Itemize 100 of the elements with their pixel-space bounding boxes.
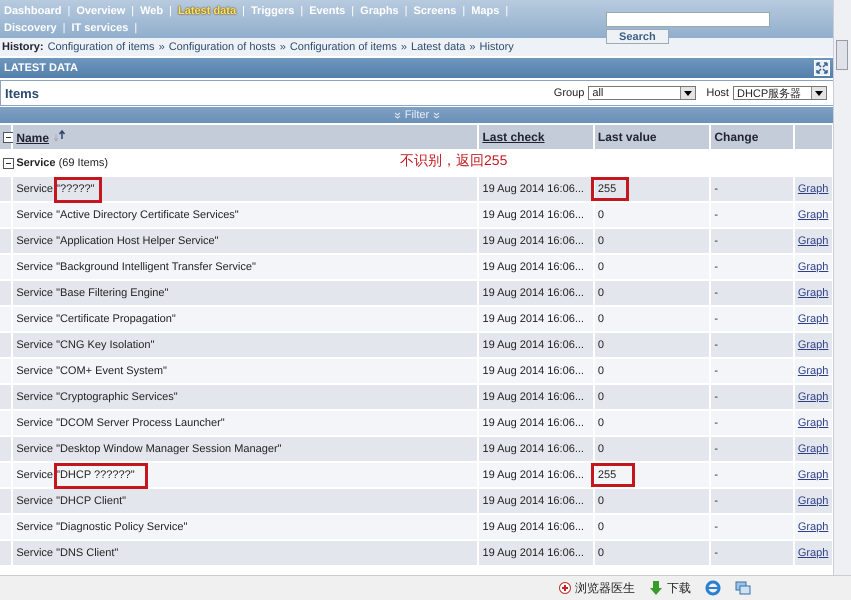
breadcrumb-separator: » (400, 41, 407, 53)
search-button[interactable]: Search (606, 29, 669, 44)
nav-separator: | (242, 4, 245, 16)
table-cell: 19 Aug 2014 16:06... (479, 463, 593, 487)
table-cell: 0 (594, 203, 710, 227)
table-cell: Service "Desktop Window Manager Session Manager" (13, 437, 478, 461)
table-cell: 19 Aug 2014 16:06... (479, 307, 593, 331)
fullscreen-icon[interactable] (814, 60, 830, 76)
row-marker (0, 177, 12, 201)
table-cell: 19 Aug 2014 16:06... (479, 255, 593, 279)
breadcrumb-link[interactable]: Configuration of items (290, 41, 397, 53)
nav-separator: | (67, 4, 70, 16)
table-cell: Service "?????" (13, 177, 478, 201)
table-cell: - (711, 359, 793, 383)
row-marker (0, 541, 12, 565)
annotation-text: 不识别，返回255 (400, 152, 508, 170)
status-item[interactable]: 下载 (667, 580, 691, 596)
search-field[interactable] (606, 12, 770, 27)
table-cell: 0 (594, 385, 710, 409)
table-cell: 19 Aug 2014 16:06... (479, 281, 593, 305)
scrollbar[interactable] (833, 0, 851, 575)
collapse-toggle[interactable] (3, 158, 14, 168)
table-cell: - (711, 437, 793, 461)
nav-separator: | (131, 4, 134, 16)
table-cell: 19 Aug 2014 16:06... (479, 333, 593, 357)
table-cell: Service "COM+ Event System" (13, 359, 478, 383)
column-header: Last value (594, 125, 710, 149)
table-cell: - (711, 385, 793, 409)
table-cell: - (711, 515, 793, 539)
table-cell: - (711, 463, 793, 487)
table-cell: 19 Aug 2014 16:06... (479, 385, 593, 409)
row-marker (0, 385, 12, 409)
breadcrumb-separator: » (469, 41, 476, 53)
nav-separator: | (505, 4, 508, 16)
row-marker (0, 333, 12, 357)
chevron-icon (433, 112, 440, 118)
breadcrumb-link[interactable]: History (480, 41, 514, 53)
table-cell: Service "Active Directory Certificate Services" (13, 203, 478, 227)
table-cell: 0 (594, 333, 710, 357)
column-header[interactable]: Name (13, 125, 478, 149)
table-cell: - (711, 281, 793, 305)
nav-separator: | (404, 4, 408, 16)
section-title: LATEST DATA (4, 62, 78, 74)
nav-separator: | (134, 22, 138, 34)
chevron-icon (394, 112, 401, 118)
table-cell: - (711, 229, 793, 253)
breadcrumb-separator: » (158, 41, 165, 53)
table-cell: Service "Background Intelligent Transfer Service" (13, 255, 478, 279)
breadcrumb-separator: » (280, 41, 286, 53)
down-arrow-icon (649, 580, 663, 596)
table-cell: 19 Aug 2014 16:06... (479, 229, 593, 253)
table-cell: 19 Aug 2014 16:06... (479, 203, 593, 227)
table-cell: Service "DHCP Client" (13, 489, 478, 513)
windows-icon[interactable] (735, 581, 751, 595)
panel-title: Items (5, 86, 39, 100)
filter-label: Group (554, 87, 584, 99)
table-cell: Service "Diagnostic Policy Service" (13, 515, 478, 539)
column-header: Change (711, 125, 793, 149)
history-label: History: (2, 41, 44, 53)
table-cell: - (711, 255, 793, 279)
header-cell (794, 125, 832, 149)
collapse-all-toggle[interactable] (3, 132, 14, 142)
breadcrumb-link[interactable]: Latest data (410, 41, 466, 53)
table-cell: 19 Aug 2014 16:06... (479, 411, 593, 435)
filter-label: Host (706, 87, 729, 99)
table-cell: 0 (594, 359, 710, 383)
row-marker (0, 229, 12, 253)
table-cell: 0 (594, 541, 710, 565)
group-label: Service (69 Items) (16, 157, 108, 169)
row-marker (0, 489, 12, 513)
table-cell: Service "Application Host Helper Service" (13, 229, 478, 253)
table-cell: - (711, 333, 793, 357)
nav-separator: | (300, 4, 304, 16)
table-cell: 19 Aug 2014 16:06... (479, 177, 593, 201)
table-cell: 0 (594, 307, 710, 331)
table-cell: 19 Aug 2014 16:06... (479, 437, 593, 461)
table-cell: Service "DNS Client" (13, 541, 478, 565)
table-cell: 0 (594, 411, 710, 435)
nav-separator: | (462, 4, 466, 16)
breadcrumb-link[interactable]: Configuration of items (48, 41, 155, 53)
breadcrumb-link[interactable]: Configuration of hosts (168, 41, 276, 53)
table-cell: 0 (594, 255, 710, 279)
table-cell: Service "DHCP ??????" (13, 463, 478, 487)
row-marker (0, 437, 12, 461)
nav-separator: | (351, 4, 354, 16)
table-cell: 19 Aug 2014 16:06... (479, 489, 593, 513)
status-item[interactable]: 浏览器医生 (575, 580, 635, 596)
table-cell: Service "DCOM Server Process Launcher" (13, 411, 478, 435)
caret-icon (684, 90, 692, 96)
table-cell: 0 (594, 229, 710, 253)
filter-dropdown[interactable]: DHCP服务器 (733, 86, 827, 100)
caret-icon (815, 90, 823, 96)
table-cell: 19 Aug 2014 16:06... (479, 541, 593, 565)
table-cell: - (711, 307, 793, 331)
filter-dropdown[interactable]: all (588, 86, 696, 100)
sort-arrows-icon (52, 130, 66, 142)
column-header[interactable]: Last check (479, 125, 593, 149)
table-cell: 0 (594, 515, 710, 539)
table-cell: - (711, 203, 793, 227)
plus-icon (559, 582, 571, 594)
